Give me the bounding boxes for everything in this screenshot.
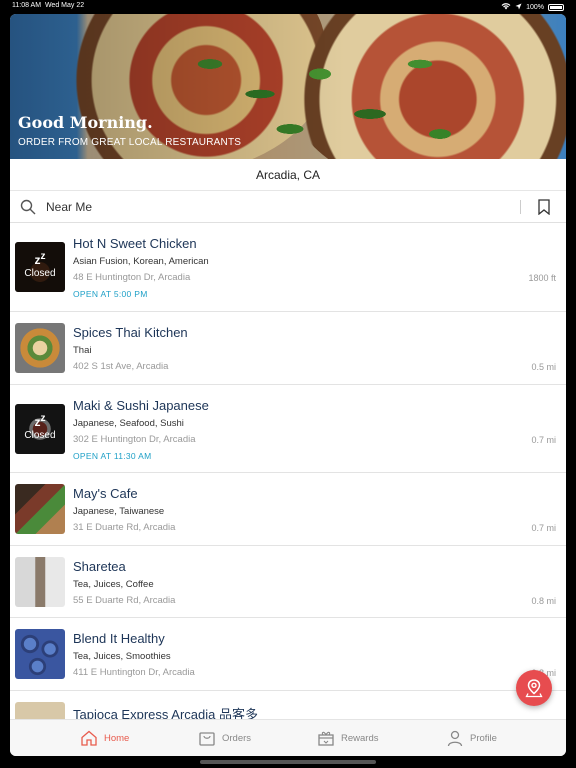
location-arrow-icon — [515, 3, 522, 12]
restaurant-thumbnail: zz Closed — [15, 404, 65, 454]
tab-profile[interactable]: Profile — [446, 729, 497, 747]
tab-orders-label: Orders — [222, 732, 252, 744]
sleep-icon: zz — [34, 413, 46, 429]
tab-home-label: Home — [104, 732, 130, 744]
bookmark-icon[interactable] — [538, 199, 550, 215]
search-divider — [520, 200, 521, 214]
map-button[interactable] — [516, 670, 552, 706]
restaurant-thumbnail — [15, 557, 65, 607]
restaurant-row[interactable]: Sharetea Tea, Juices, Coffee 55 E Duarte… — [10, 546, 566, 618]
restaurant-address: 31 E Duarte Rd, Arcadia — [73, 522, 176, 533]
app-screen: Good Morning. ORDER FROM GREAT LOCAL RES… — [10, 14, 566, 756]
restaurant-cuisine: Tea, Juices, Smoothies — [73, 651, 171, 662]
restaurant-distance: 0.5 mi — [531, 362, 556, 372]
restaurant-name: Tapioca Express Arcadia 品客多 — [73, 707, 258, 719]
restaurant-name: Maki & Sushi Japanese — [73, 398, 209, 413]
closed-overlay: zz Closed — [15, 242, 65, 292]
search-input[interactable] — [46, 197, 506, 217]
tab-orders[interactable]: Orders — [198, 729, 251, 747]
person-icon — [447, 730, 463, 747]
restaurant-name: Spices Thai Kitchen — [73, 325, 188, 340]
map-pin-icon — [525, 679, 543, 698]
restaurant-name: Blend It Healthy — [73, 631, 165, 646]
restaurant-distance: 0.8 mi — [531, 596, 556, 606]
hero-banner: Good Morning. ORDER FROM GREAT LOCAL RES… — [10, 14, 566, 159]
restaurant-distance: 0.7 mi — [531, 435, 556, 445]
restaurant-address: 55 E Duarte Rd, Arcadia — [73, 595, 176, 606]
tab-home[interactable]: Home — [80, 729, 129, 747]
shopping-bag-icon — [199, 732, 215, 746]
location-selector[interactable]: Arcadia, CA — [10, 159, 566, 191]
status-bar: 11:08 AM Wed May 22 100% — [0, 0, 576, 14]
restaurant-row[interactable]: May's Cafe Japanese, Taiwanese 31 E Duar… — [10, 473, 566, 546]
search-icon[interactable] — [20, 199, 36, 215]
closed-overlay: zz Closed — [15, 404, 65, 454]
restaurant-row[interactable]: Tapioca Express Arcadia 品客多 — [10, 691, 566, 719]
restaurant-cuisine: Asian Fusion, Korean, American — [73, 256, 209, 267]
closed-label: Closed — [24, 268, 56, 279]
sleep-icon: zz — [34, 251, 46, 267]
restaurant-address: 411 E Huntington Dr, Arcadia — [73, 667, 195, 678]
restaurant-thumbnail — [15, 702, 65, 719]
restaurant-thumbnail — [15, 629, 65, 679]
tab-bar: Home Orders Rewards Profile — [10, 719, 566, 756]
restaurant-list[interactable]: zz Closed Hot N Sweet Chicken Asian Fusi… — [10, 223, 566, 719]
restaurant-row[interactable]: zz Closed Maki & Sushi Japanese Japanese… — [10, 385, 566, 473]
restaurant-thumbnail — [15, 484, 65, 534]
home-icon — [81, 730, 97, 746]
gift-icon — [318, 731, 334, 746]
status-time: 11:08 AM — [12, 2, 42, 9]
restaurant-name: Hot N Sweet Chicken — [73, 236, 197, 251]
battery-icon — [548, 3, 564, 11]
restaurant-distance: 1800 ft — [528, 273, 556, 283]
hero-subtitle: ORDER FROM GREAT LOCAL RESTAURANTS — [18, 137, 242, 148]
restaurant-name: Sharetea — [73, 559, 126, 574]
wifi-icon — [501, 2, 511, 12]
restaurant-address: 48 E Huntington Dr, Arcadia — [73, 272, 191, 283]
restaurant-address: 302 E Huntington Dr, Arcadia — [73, 434, 196, 445]
restaurant-row[interactable]: Spices Thai Kitchen Thai 402 S 1st Ave, … — [10, 312, 566, 385]
restaurant-distance: 0.7 mi — [531, 523, 556, 533]
hero-greeting: Good Morning. — [18, 113, 153, 132]
status-date: Wed May 22 — [44, 2, 85, 9]
tab-rewards-label: Rewards — [341, 732, 379, 744]
restaurant-cuisine: Tea, Juices, Coffee — [73, 579, 154, 590]
restaurant-open-time: OPEN AT 11:30 AM — [73, 451, 152, 461]
restaurant-name: May's Cafe — [73, 486, 138, 501]
search-bar — [10, 191, 566, 223]
home-indicator[interactable] — [200, 760, 376, 764]
tab-profile-label: Profile — [470, 732, 497, 744]
restaurant-thumbnail — [15, 323, 65, 373]
closed-label: Closed — [24, 430, 56, 441]
restaurant-open-time: OPEN AT 5:00 PM — [73, 289, 148, 299]
restaurant-cuisine: Japanese, Seafood, Sushi — [73, 418, 184, 429]
restaurant-cuisine: Japanese, Taiwanese — [73, 506, 165, 517]
restaurant-thumbnail: zz Closed — [15, 242, 65, 292]
restaurant-address: 402 S 1st Ave, Arcadia — [73, 361, 169, 372]
restaurant-cuisine: Thai — [73, 345, 92, 356]
battery-percent: 100% — [526, 3, 544, 11]
restaurant-row[interactable]: zz Closed Hot N Sweet Chicken Asian Fusi… — [10, 223, 566, 312]
status-right: 100% — [501, 2, 564, 12]
status-time-date: 11:08 AM Wed May 22 — [12, 2, 84, 9]
tab-rewards[interactable]: Rewards — [317, 729, 379, 747]
restaurant-row[interactable]: Blend It Healthy Tea, Juices, Smoothies … — [10, 618, 566, 691]
